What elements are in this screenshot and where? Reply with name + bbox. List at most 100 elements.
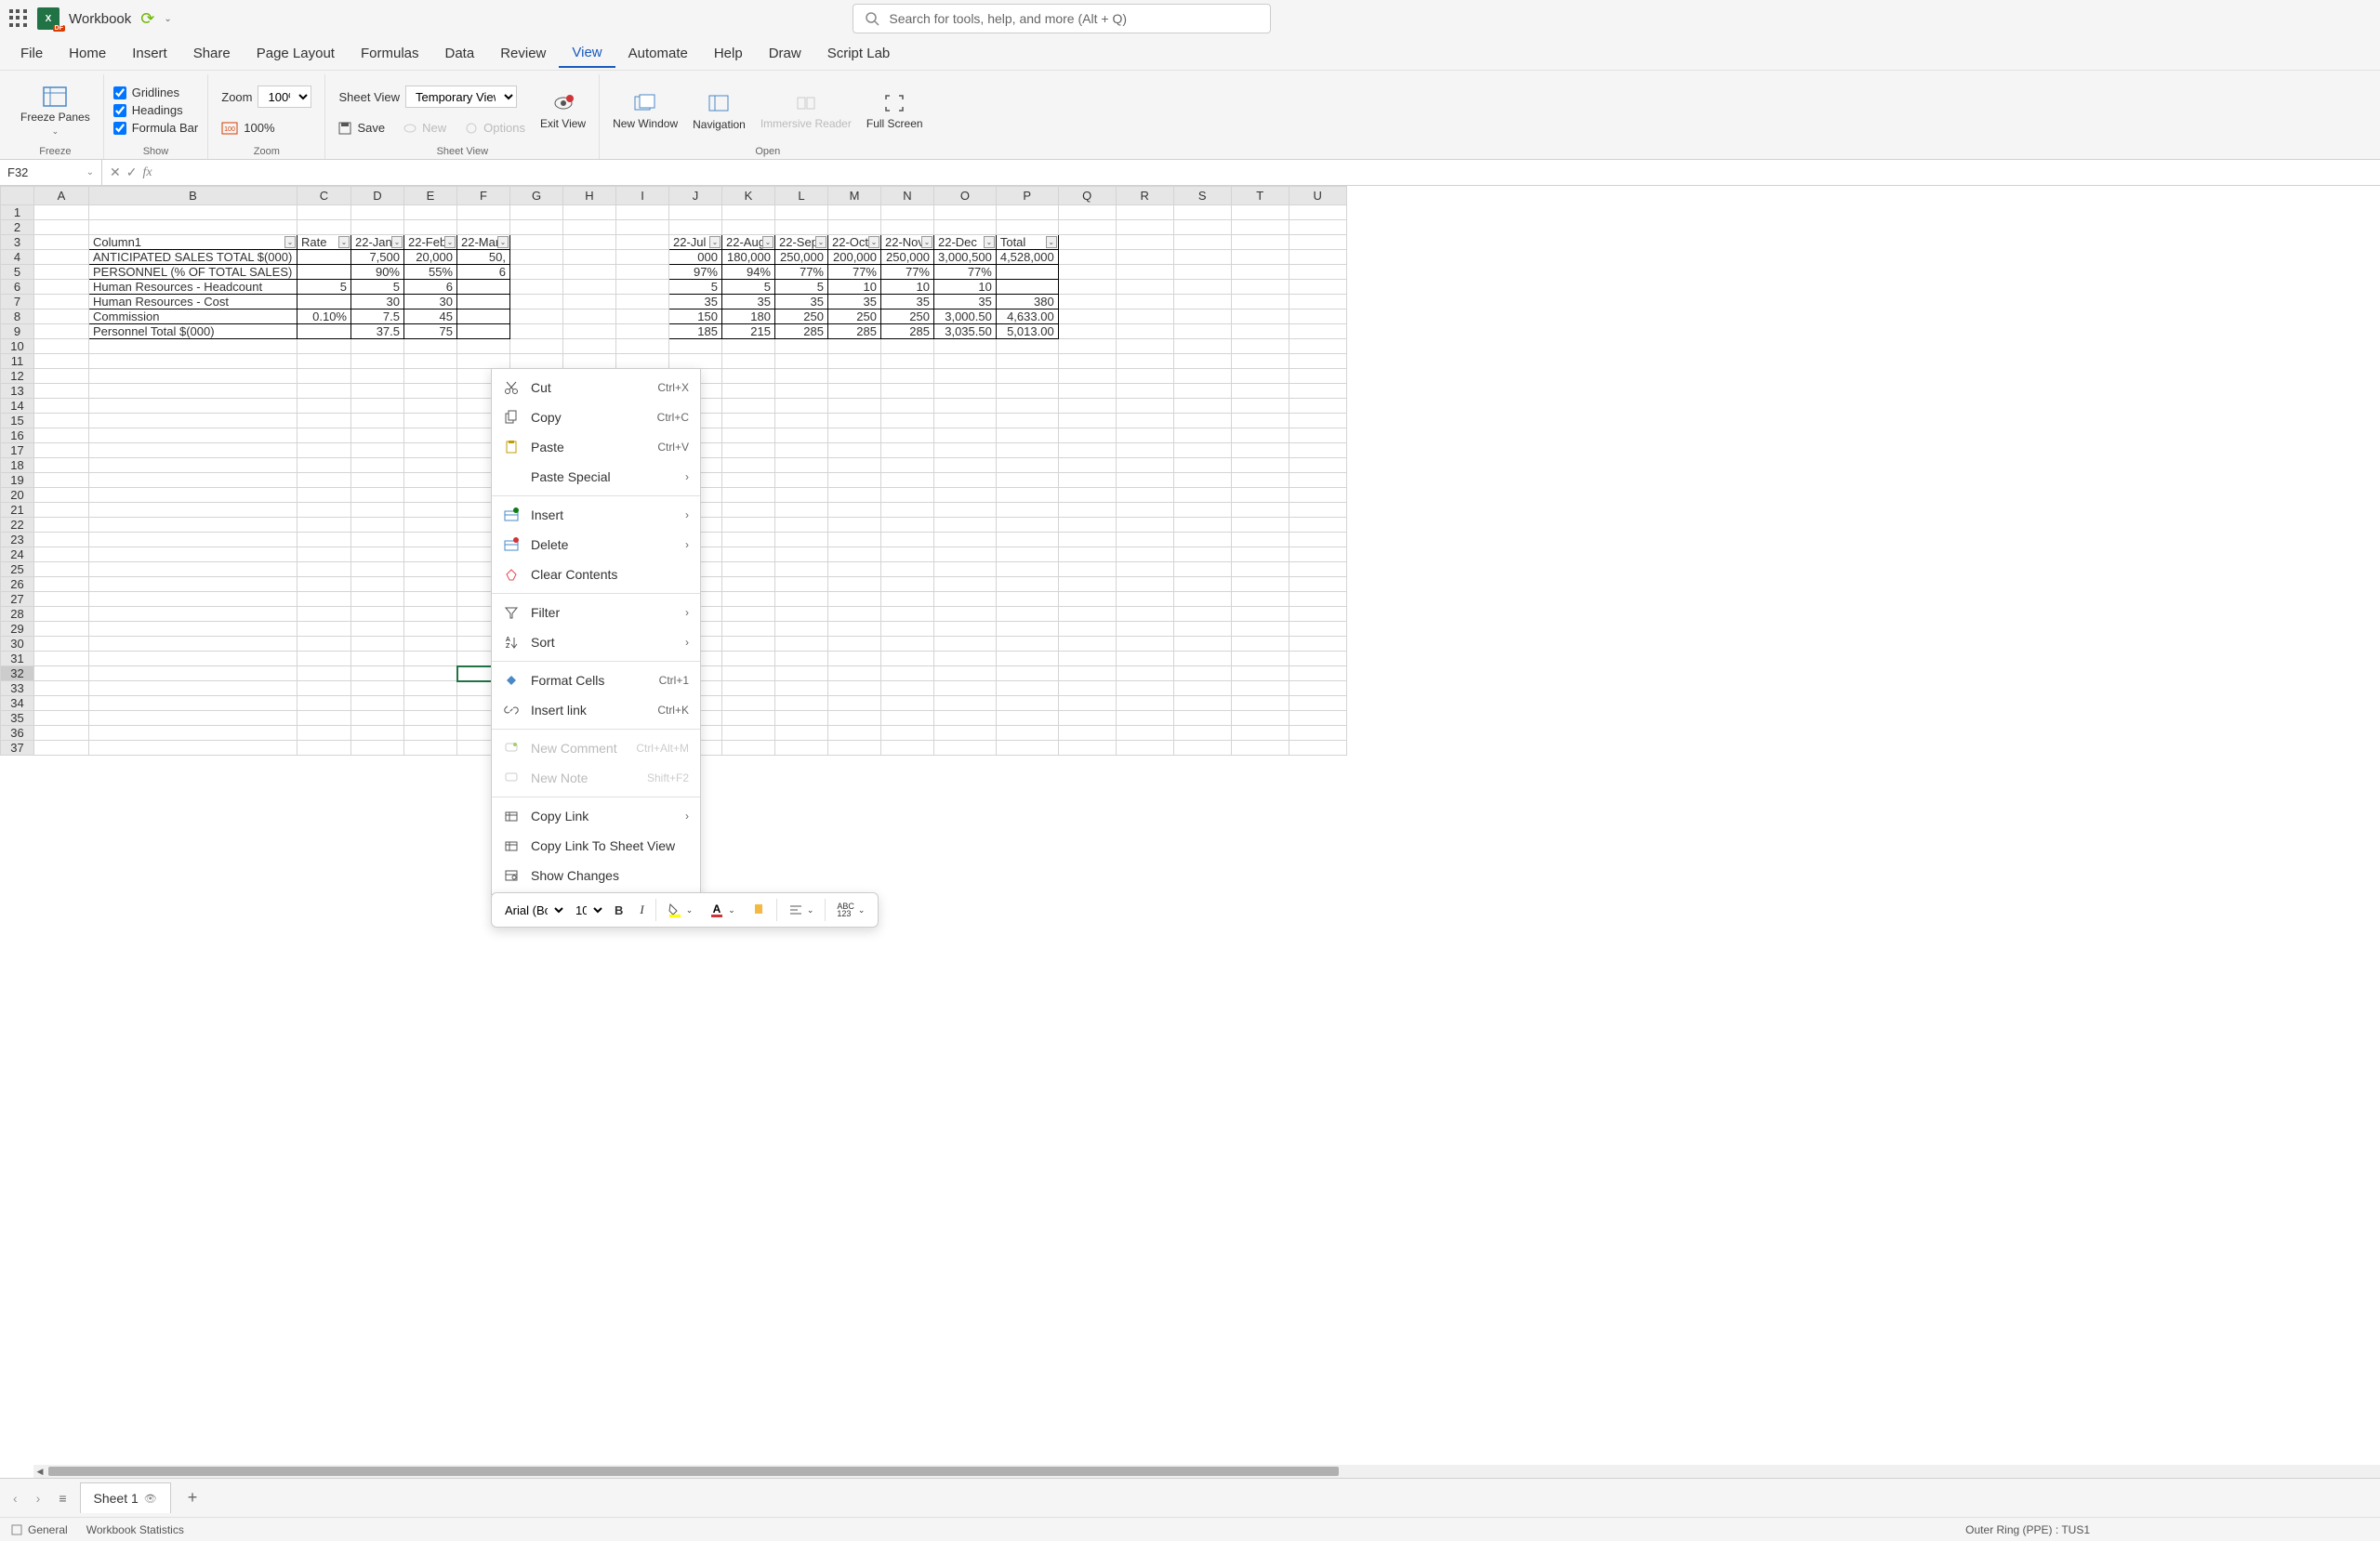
cell[interactable] bbox=[775, 637, 828, 652]
cell[interactable] bbox=[996, 518, 1058, 533]
cell[interactable] bbox=[1058, 205, 1116, 220]
cell[interactable] bbox=[1289, 637, 1346, 652]
headings-checkbox[interactable]: Headings bbox=[113, 103, 199, 117]
cell[interactable] bbox=[351, 711, 404, 726]
context-menu-insert-link[interactable]: Insert linkCtrl+K bbox=[492, 695, 700, 725]
cell[interactable] bbox=[722, 488, 775, 503]
cell[interactable] bbox=[563, 265, 616, 280]
row-header[interactable]: 12 bbox=[1, 369, 34, 384]
cell[interactable]: 22-Oct⌄ bbox=[828, 235, 881, 250]
cell[interactable]: 90% bbox=[351, 265, 404, 280]
cell[interactable] bbox=[996, 547, 1058, 562]
cell[interactable] bbox=[1116, 324, 1173, 339]
cell[interactable] bbox=[404, 741, 457, 756]
cell[interactable] bbox=[1289, 503, 1346, 518]
cell[interactable] bbox=[34, 324, 89, 339]
cell[interactable] bbox=[298, 637, 351, 652]
cell[interactable] bbox=[996, 726, 1058, 741]
sheet-tab[interactable]: Sheet 1 👁 bbox=[80, 1482, 171, 1513]
cell[interactable] bbox=[775, 681, 828, 696]
menu-item-home[interactable]: Home bbox=[56, 40, 119, 67]
cell[interactable] bbox=[510, 220, 563, 235]
cell[interactable] bbox=[1173, 384, 1231, 399]
cell[interactable] bbox=[881, 399, 934, 414]
cell[interactable] bbox=[1231, 220, 1289, 235]
cell[interactable] bbox=[616, 220, 669, 235]
cell[interactable] bbox=[1173, 711, 1231, 726]
save-status-icon[interactable]: ⟳ bbox=[140, 9, 154, 29]
cell[interactable] bbox=[510, 265, 563, 280]
cell[interactable] bbox=[996, 369, 1058, 384]
cell[interactable] bbox=[1116, 503, 1173, 518]
cell[interactable] bbox=[722, 622, 775, 637]
cell[interactable] bbox=[89, 637, 298, 652]
cell[interactable] bbox=[404, 547, 457, 562]
column-header[interactable]: A bbox=[34, 187, 89, 205]
cell[interactable] bbox=[881, 652, 934, 666]
cell[interactable] bbox=[996, 666, 1058, 681]
row-header[interactable]: 29 bbox=[1, 622, 34, 637]
cell[interactable] bbox=[404, 592, 457, 607]
cell[interactable] bbox=[1173, 741, 1231, 756]
cell[interactable] bbox=[1231, 681, 1289, 696]
cell[interactable] bbox=[1289, 324, 1346, 339]
cell[interactable] bbox=[298, 384, 351, 399]
cell[interactable]: 35 bbox=[828, 295, 881, 310]
row-header[interactable]: 26 bbox=[1, 577, 34, 592]
cell[interactable] bbox=[298, 473, 351, 488]
cell[interactable] bbox=[1231, 295, 1289, 310]
cell[interactable] bbox=[89, 741, 298, 756]
cell[interactable] bbox=[34, 652, 89, 666]
cell[interactable] bbox=[1289, 310, 1346, 324]
cell[interactable] bbox=[722, 399, 775, 414]
cell[interactable] bbox=[34, 488, 89, 503]
cell[interactable] bbox=[775, 369, 828, 384]
cell[interactable] bbox=[1116, 473, 1173, 488]
cell[interactable]: 75 bbox=[404, 324, 457, 339]
cell[interactable] bbox=[1289, 741, 1346, 756]
cell[interactable] bbox=[1058, 577, 1116, 592]
cell[interactable]: 50, bbox=[457, 250, 510, 265]
cell[interactable] bbox=[1173, 399, 1231, 414]
cell[interactable] bbox=[934, 637, 997, 652]
cell[interactable] bbox=[1173, 681, 1231, 696]
cell[interactable] bbox=[616, 324, 669, 339]
cell[interactable] bbox=[881, 696, 934, 711]
cell[interactable] bbox=[351, 562, 404, 577]
cell[interactable] bbox=[1231, 547, 1289, 562]
cell[interactable] bbox=[828, 473, 881, 488]
cell[interactable] bbox=[722, 592, 775, 607]
cell[interactable] bbox=[1173, 533, 1231, 547]
cell[interactable] bbox=[934, 696, 997, 711]
cell[interactable] bbox=[298, 324, 351, 339]
cell[interactable] bbox=[89, 473, 298, 488]
cell[interactable] bbox=[775, 473, 828, 488]
menu-item-data[interactable]: Data bbox=[432, 40, 488, 67]
row-header[interactable]: 24 bbox=[1, 547, 34, 562]
cell[interactable] bbox=[1058, 711, 1116, 726]
column-header[interactable]: D bbox=[351, 187, 404, 205]
cell[interactable] bbox=[89, 592, 298, 607]
cell[interactable] bbox=[1173, 295, 1231, 310]
column-header[interactable]: P bbox=[996, 187, 1058, 205]
cell[interactable] bbox=[722, 637, 775, 652]
cell[interactable]: 22-Sep⌄ bbox=[775, 235, 828, 250]
cell[interactable] bbox=[722, 577, 775, 592]
cell[interactable] bbox=[1231, 399, 1289, 414]
column-header[interactable]: H bbox=[563, 187, 616, 205]
column-header[interactable]: F bbox=[457, 187, 510, 205]
cell[interactable] bbox=[722, 652, 775, 666]
cell[interactable] bbox=[34, 310, 89, 324]
column-header[interactable]: S bbox=[1173, 187, 1231, 205]
cell[interactable] bbox=[34, 592, 89, 607]
cell[interactable] bbox=[298, 369, 351, 384]
cell[interactable] bbox=[404, 428, 457, 443]
cell[interactable] bbox=[1289, 696, 1346, 711]
row-header[interactable]: 18 bbox=[1, 458, 34, 473]
cell[interactable] bbox=[89, 518, 298, 533]
cell[interactable] bbox=[351, 666, 404, 681]
navigation-button[interactable]: Navigation bbox=[689, 86, 749, 135]
cell[interactable] bbox=[510, 250, 563, 265]
row-header[interactable]: 34 bbox=[1, 696, 34, 711]
cell[interactable] bbox=[563, 280, 616, 295]
